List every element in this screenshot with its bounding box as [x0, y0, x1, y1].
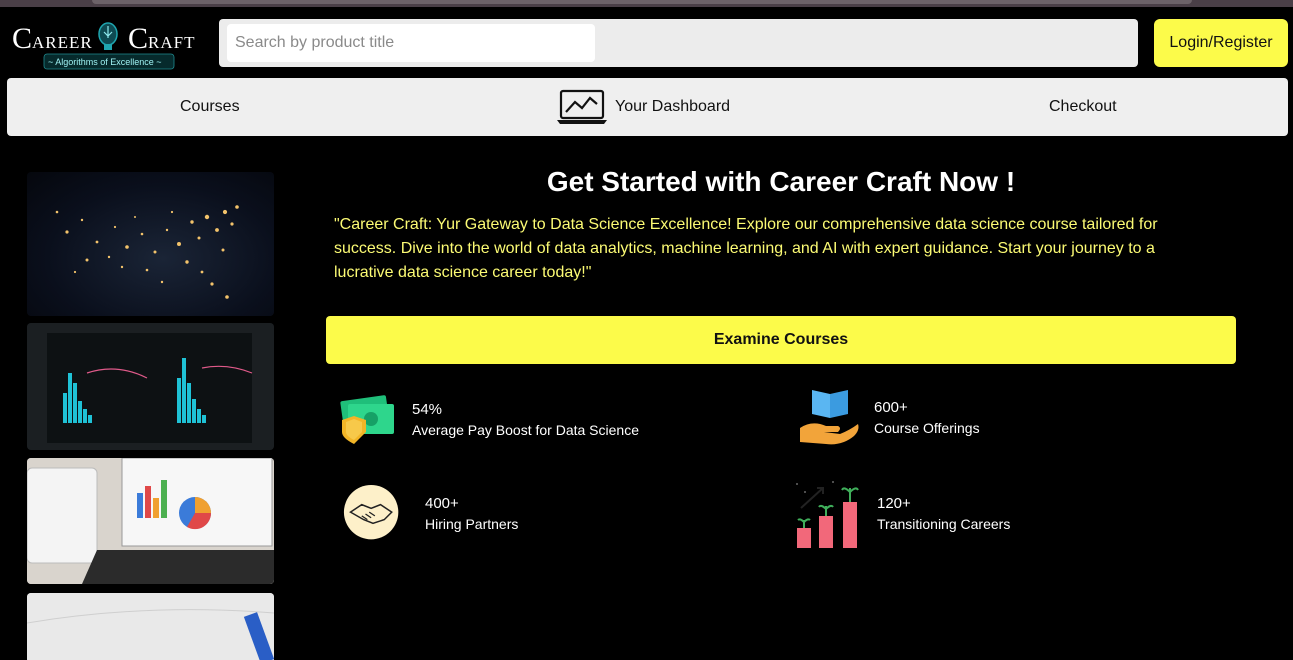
stat-transitioning-careers-value: 120+ — [877, 495, 911, 512]
browser-top-strip — [0, 0, 1293, 7]
stat-hiring-partners-value: 400+ — [425, 495, 459, 512]
stat-transitioning-careers: 120+ Transitioning Careers — [793, 478, 1010, 550]
money-shield-icon — [340, 395, 394, 444]
main-nav: Courses Your Dashboard Checkout — [7, 78, 1288, 136]
svg-text:RAFT: RAFT — [148, 33, 195, 52]
stat-course-offerings-label: Course Offerings — [874, 420, 980, 436]
career-craft-logo[interactable]: C AREER C RAFT ~ Algorithms of Excellenc… — [10, 18, 202, 72]
paper-pen-image — [27, 593, 274, 660]
nav-checkout-label: Checkout — [1049, 98, 1117, 115]
svg-text:C: C — [12, 22, 32, 55]
stat-hiring-partners-label: Hiring Partners — [425, 516, 519, 532]
stat-hiring-partners: 400+ Hiring Partners — [343, 484, 518, 544]
logo-tagline: ~ Algorithms of Excellence ~ — [48, 57, 162, 67]
svg-text:C: C — [128, 22, 148, 55]
stat-course-offerings: 600+ Course Offerings — [798, 386, 980, 450]
nav-courses[interactable]: Courses — [180, 78, 240, 136]
nav-courses-label: Courses — [180, 98, 240, 115]
stat-course-offerings-value: 600+ — [874, 399, 908, 416]
search-bar — [219, 19, 1138, 67]
search-input[interactable] — [227, 24, 595, 62]
examine-courses-button[interactable]: Examine Courses — [326, 316, 1236, 364]
handshake-icon — [343, 484, 399, 540]
hero-quote: "Career Craft: Yur Gateway to Data Scien… — [334, 216, 1158, 281]
dashboard-screen-image — [27, 323, 274, 450]
browser-tab-edge — [92, 0, 1192, 4]
svg-text:AREER: AREER — [32, 33, 93, 52]
logo-graphic: C AREER C RAFT ~ Algorithms of Excellenc… — [12, 22, 195, 70]
laptop-chart-icon — [557, 89, 607, 124]
hero-title: Get Started with Career Craft Now ! — [546, 166, 1016, 197]
nav-dashboard-label: Your Dashboard — [615, 98, 731, 115]
login-register-button[interactable]: Login/Register — [1154, 19, 1288, 67]
stat-pay-boost: 54% Average Pay Boost for Data Science — [336, 388, 639, 452]
laptop-charts-image — [27, 458, 274, 584]
stat-transitioning-careers-label: Transitioning Careers — [877, 516, 1011, 532]
night-map-image — [27, 172, 274, 316]
nav-checkout[interactable]: Checkout — [1049, 78, 1117, 136]
stat-pay-boost-value: 54% — [412, 401, 443, 418]
growth-chart-icon — [796, 481, 859, 548]
nav-dashboard[interactable]: Your Dashboard — [557, 78, 730, 136]
stat-pay-boost-label: Average Pay Boost for Data Science — [412, 422, 639, 438]
book-hand-icon — [800, 390, 859, 445]
